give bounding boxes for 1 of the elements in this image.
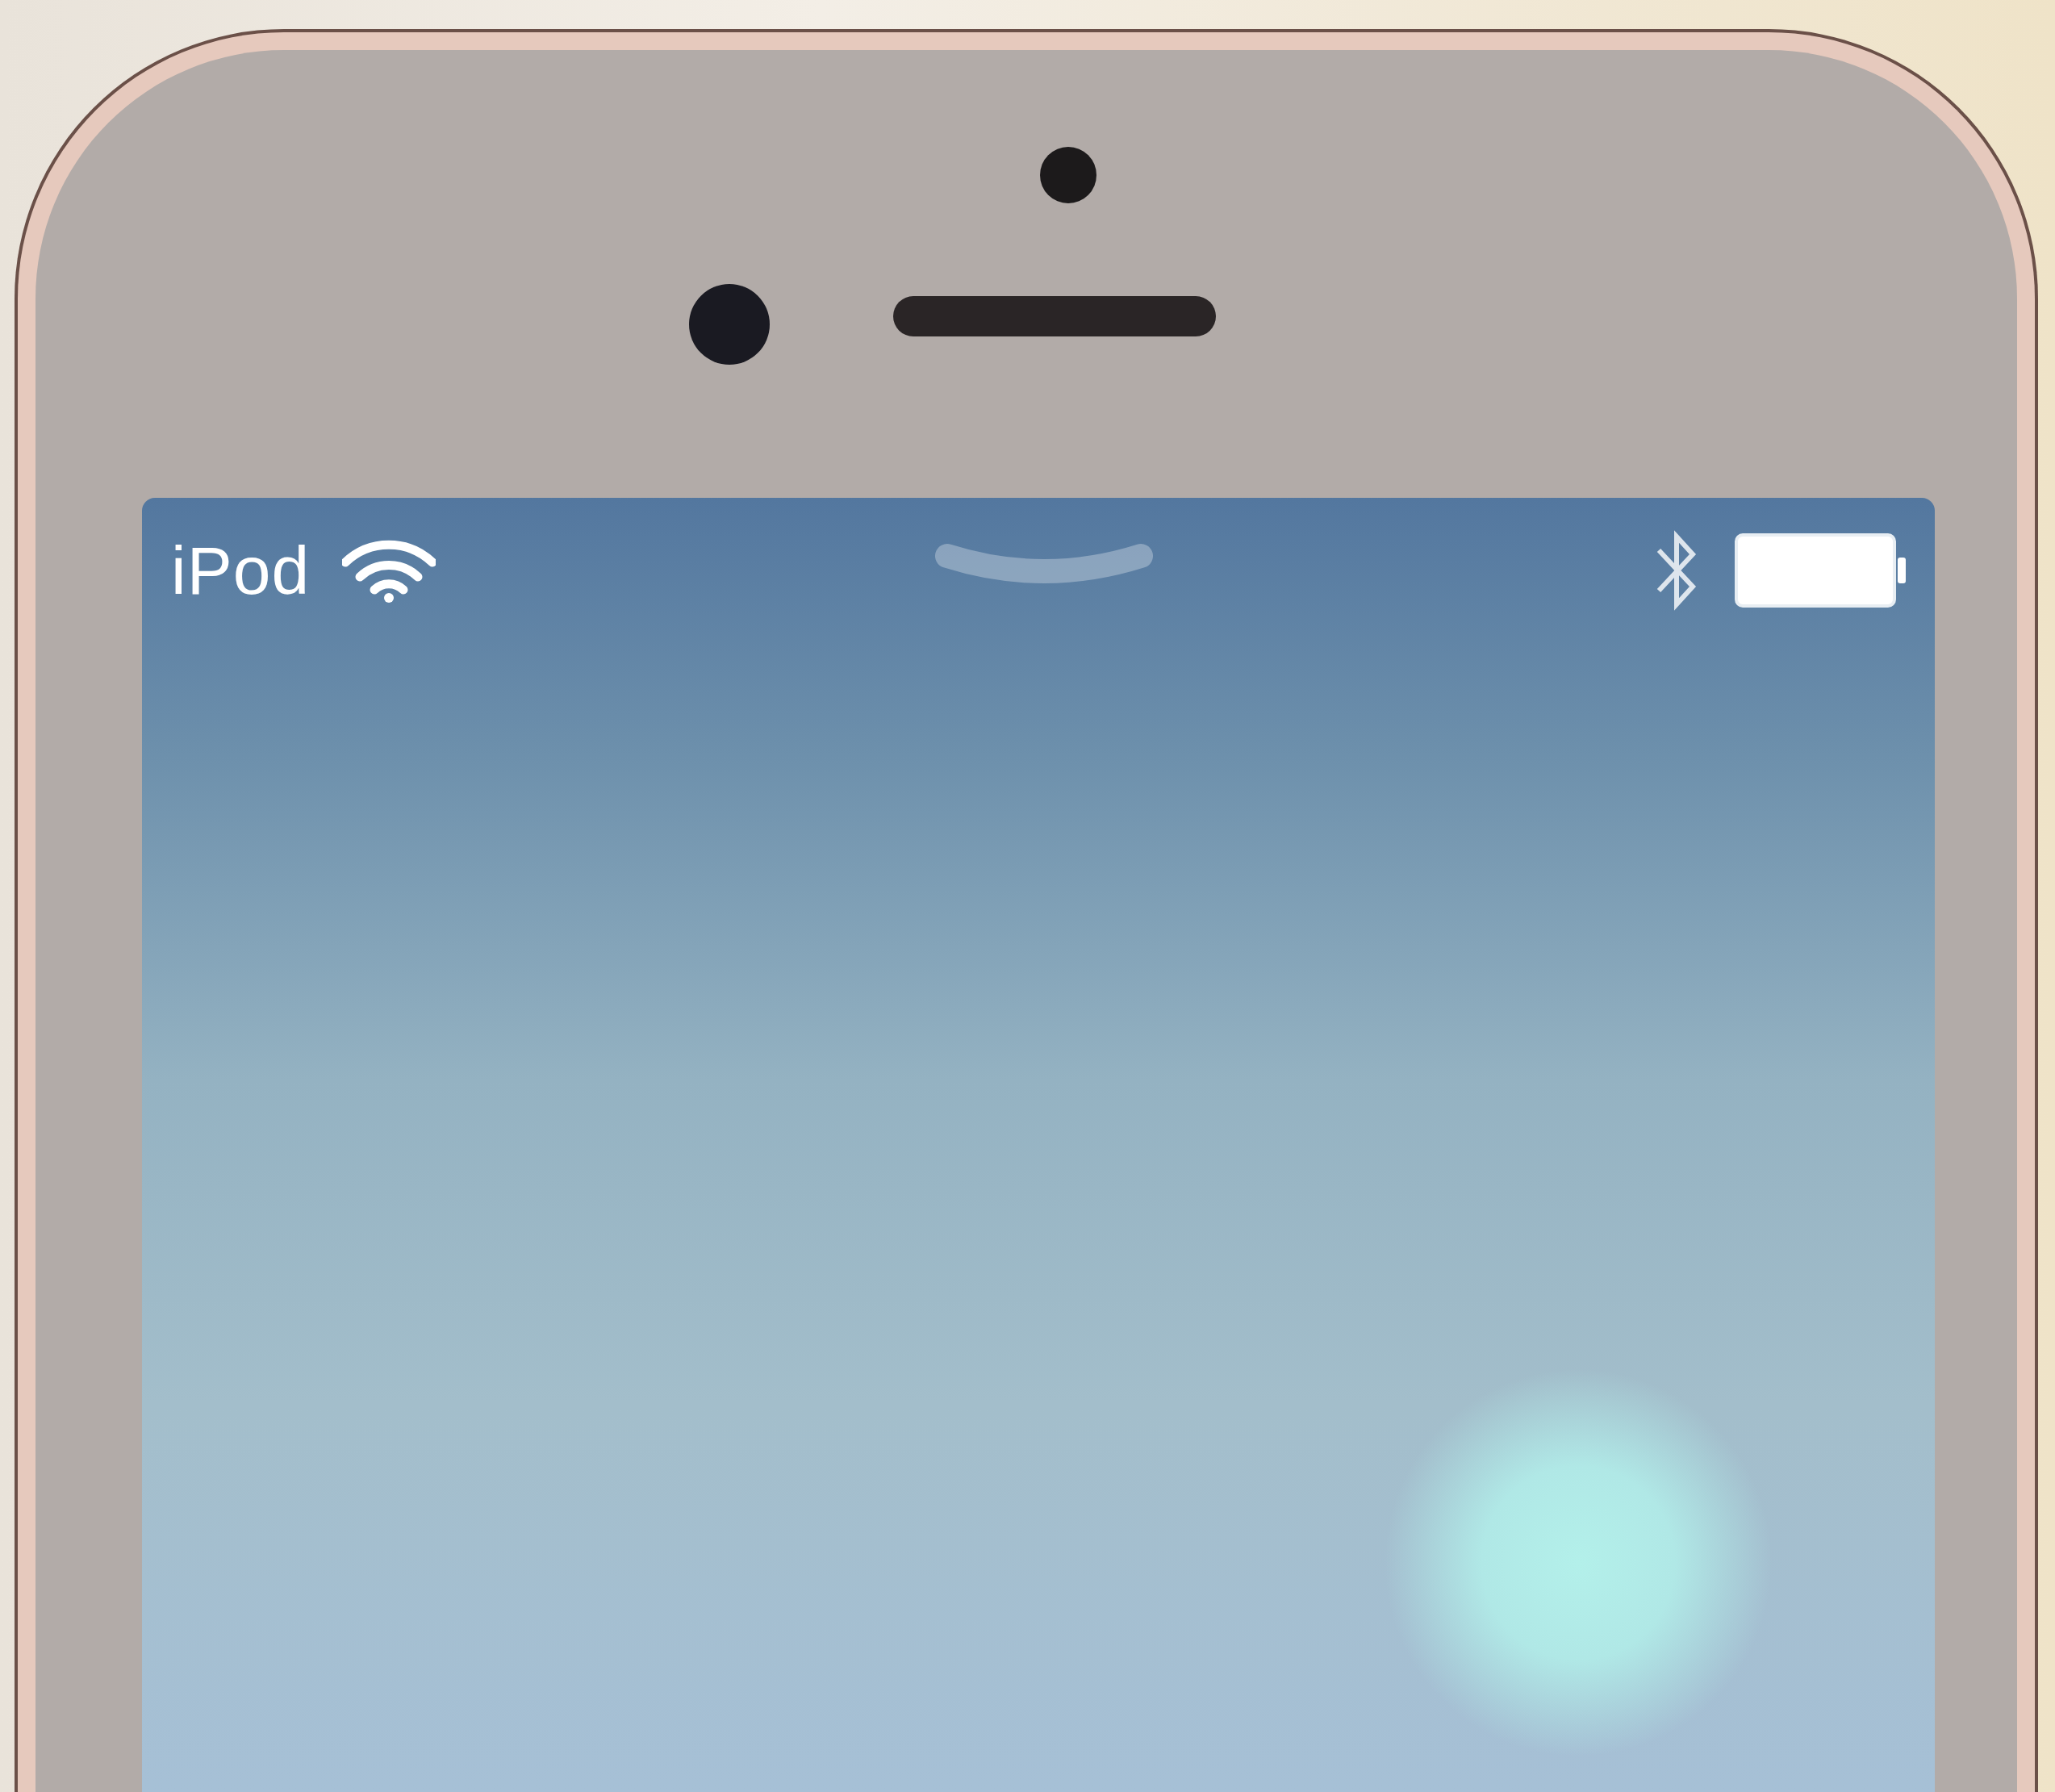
carrier-name: iPod xyxy=(171,537,311,604)
